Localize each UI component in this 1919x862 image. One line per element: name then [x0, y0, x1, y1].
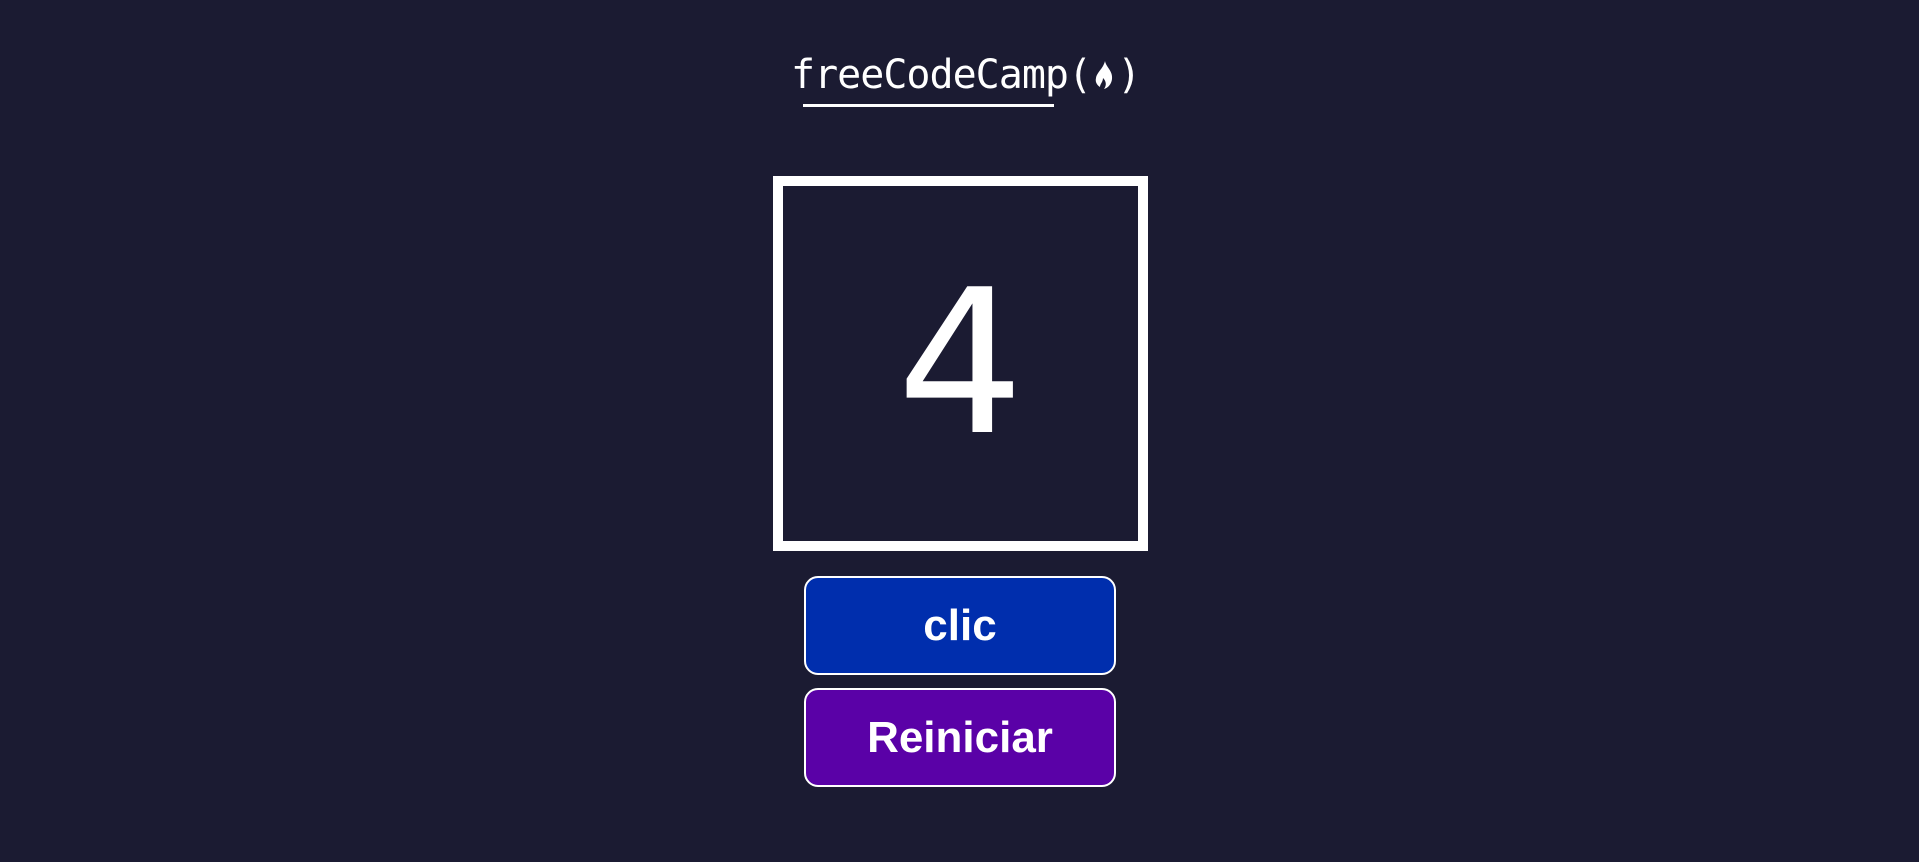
freecodecamp-logo[interactable]: freeCodeCamp() [791, 46, 1141, 104]
counter-value: 4 [896, 246, 1025, 480]
logo-underline [803, 104, 1054, 107]
app-page: freeCodeCamp() 4 clic Reiniciar [0, 0, 1919, 862]
flame-icon [1091, 46, 1117, 104]
logo-open-paren: ( [1067, 52, 1092, 98]
logo-text: freeCodeCamp [791, 52, 1069, 98]
click-button[interactable]: clic [804, 576, 1116, 675]
counter-display: 4 [773, 176, 1148, 551]
logo-close-paren: ) [1117, 52, 1141, 98]
reset-button[interactable]: Reiniciar [804, 688, 1116, 787]
